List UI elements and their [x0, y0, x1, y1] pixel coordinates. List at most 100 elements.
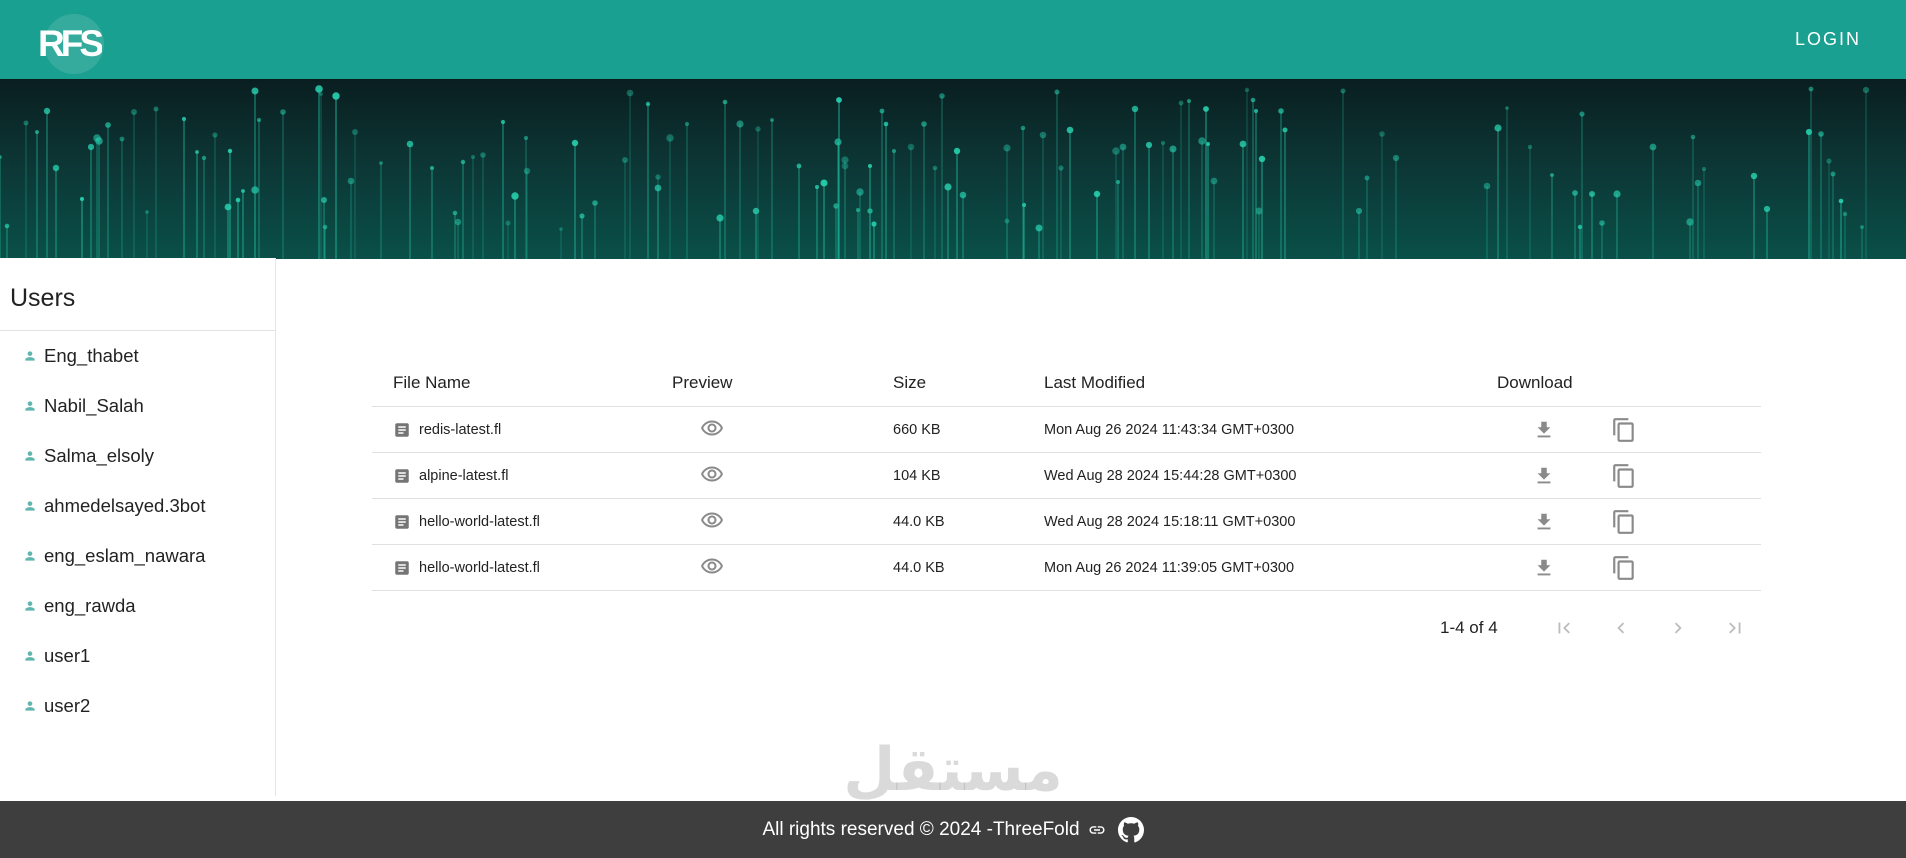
person-icon [25, 701, 35, 711]
circuit-node [523, 135, 529, 141]
circuit-node [500, 119, 506, 125]
circuit-node [1054, 89, 1060, 95]
sidebar-user-item[interactable]: eng_eslam_nawara [0, 531, 275, 581]
sidebar-user-item[interactable]: user2 [0, 681, 275, 731]
eye-icon[interactable] [700, 554, 724, 578]
circuit-node [1826, 158, 1832, 164]
size-cell: 660 KB [893, 406, 1044, 453]
preview-cell [662, 544, 893, 591]
chevron-right-icon [1675, 622, 1682, 634]
circuit-node [131, 109, 137, 115]
eye-icon[interactable] [700, 416, 724, 440]
document-icon [395, 422, 409, 437]
size-cell: 44.0 KB [893, 544, 1044, 591]
circuit-node [511, 192, 519, 200]
rfs-logo[interactable]: RFS [38, 13, 104, 74]
download-icon[interactable] [1533, 465, 1555, 487]
circuit-node [35, 130, 39, 134]
circuit-node [1210, 177, 1218, 185]
circuit-node [1550, 173, 1554, 177]
eye-icon[interactable] [700, 508, 724, 532]
person-icon [25, 551, 35, 561]
circuit-node [452, 210, 458, 216]
download-icon[interactable] [1533, 419, 1555, 441]
size-cell: 44.0 KB [893, 498, 1044, 545]
table-body: redis-latest.fl 660 KB Mon Aug 26 2024 11:… [372, 406, 1761, 591]
circuit-node [315, 85, 323, 93]
file-name: hello-world-latest.fl [419, 559, 540, 576]
circuit-node [1690, 134, 1696, 140]
circuit-node [1282, 127, 1288, 133]
table-row: hello-world-latest.fl 44.0 KB Wed Aug 28 2… [372, 498, 1761, 545]
table-row: alpine-latest.fl 104 KB Wed Aug 28 2024 15… [372, 452, 1761, 499]
circuit-node [1178, 100, 1184, 106]
circuit-node [622, 157, 628, 163]
circuit-pattern [0, 85, 1870, 259]
circuit-node [883, 121, 889, 127]
circuit-node [953, 147, 961, 155]
file-name: hello-world-latest.fl [419, 513, 540, 530]
column-header-last-modified[interactable]: Last Modified [1044, 360, 1497, 407]
last-modified-cell: Mon Aug 26 2024 11:39:05 GMT+0300 [1044, 544, 1497, 591]
copy-icon[interactable] [1611, 463, 1637, 489]
circuit-node [505, 220, 511, 226]
login-button[interactable]: LOGIN [1795, 29, 1861, 50]
next-page-button[interactable] [1650, 610, 1707, 646]
document-icon [395, 560, 409, 575]
circuit-node [1119, 143, 1127, 151]
circuit-node [684, 121, 690, 127]
circuit-node [1589, 191, 1595, 197]
circuit-node [1160, 140, 1166, 146]
sidebar-user-item[interactable]: Eng_thabet [0, 331, 275, 381]
sidebar-title: Users [0, 258, 275, 331]
first-page-button[interactable] [1536, 610, 1593, 646]
circuit-node [1579, 111, 1585, 117]
circuit-node [1613, 190, 1621, 198]
circuit-node [1355, 207, 1363, 215]
file-name-cell: alpine-latest.fl [372, 452, 662, 499]
sidebar-user-item[interactable]: Salma_elsoly [0, 431, 275, 481]
last-page-button[interactable] [1707, 610, 1764, 646]
circuit-node [1818, 131, 1824, 137]
copy-icon[interactable] [1611, 555, 1637, 581]
circuit-node [241, 189, 245, 193]
circuit-node [406, 140, 414, 148]
link-icon[interactable] [1088, 821, 1106, 839]
sidebar-user-item[interactable]: Nabil_Salah [0, 381, 275, 431]
download-icon[interactable] [1533, 511, 1555, 533]
circuit-node [195, 150, 199, 154]
person-icon [25, 651, 35, 661]
previous-page-button[interactable] [1593, 610, 1650, 646]
column-header-size[interactable]: Size [893, 360, 1044, 407]
last-page-icon [1729, 622, 1741, 634]
file-name-cell: redis-latest.fl [372, 406, 662, 453]
circuit-node [1116, 180, 1120, 184]
eye-icon[interactable] [700, 462, 724, 486]
circuit-node [430, 166, 434, 170]
download-icon[interactable] [1533, 557, 1555, 579]
circuit-node [1169, 145, 1177, 153]
circuit-node [1004, 218, 1010, 224]
files-table-container: File Name Preview Size Last Modified Dow… [372, 360, 1761, 591]
circuit-node [1392, 154, 1400, 162]
footer-icons [1088, 816, 1144, 843]
sidebar-user-label: ahmedelsayed.3bot [44, 495, 206, 516]
circuit-node [841, 156, 849, 164]
circuit-node [1750, 172, 1758, 180]
sidebar-user-label: Nabil_Salah [44, 395, 144, 416]
circuit-node [1255, 207, 1263, 215]
sidebar-user-item[interactable]: eng_rawda [0, 581, 275, 631]
sidebar-user-item[interactable]: user1 [0, 631, 275, 681]
column-header-file-name[interactable]: File Name [372, 360, 662, 407]
sidebar-user-label: eng_rawda [44, 595, 136, 616]
document-icon [395, 468, 409, 483]
circuit-node [1860, 225, 1864, 229]
github-icon[interactable] [1117, 816, 1144, 843]
copy-icon[interactable] [1611, 509, 1637, 535]
sidebar-user-item[interactable]: ahmedelsayed.3bot [0, 481, 275, 531]
file-name-cell: hello-world-latest.fl [372, 498, 662, 545]
sidebar-user-label: user1 [44, 645, 91, 666]
copy-icon[interactable] [1611, 417, 1637, 443]
circuit-node [224, 203, 232, 211]
circuit-node [1494, 124, 1502, 132]
